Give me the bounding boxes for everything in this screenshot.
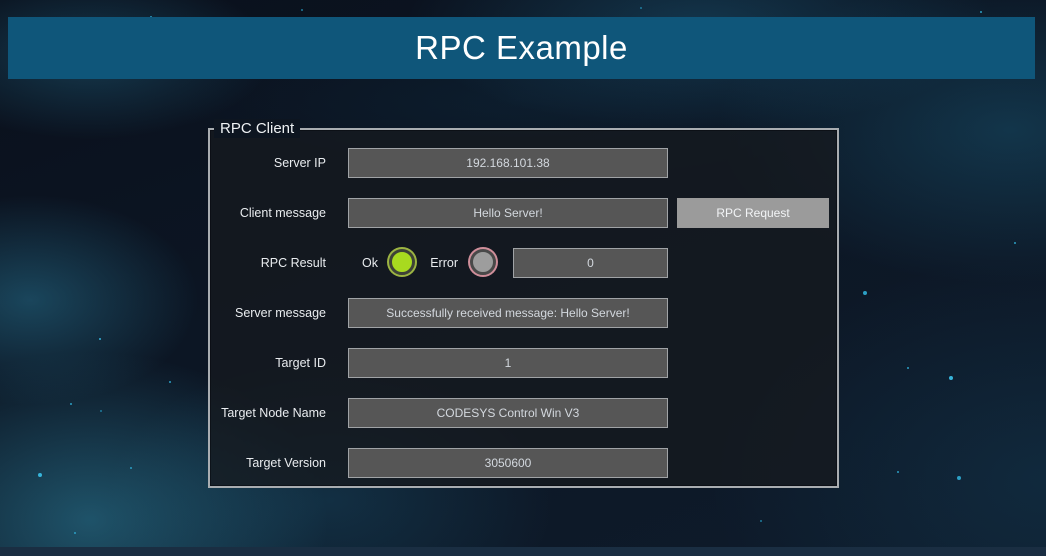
ok-led-indicator	[389, 249, 415, 275]
target-id-label: Target ID	[275, 356, 326, 370]
ok-label: Ok	[362, 256, 378, 270]
target-node-name-label: Target Node Name	[221, 406, 326, 420]
error-label: Error	[430, 256, 458, 270]
target-version-label: Target Version	[246, 456, 326, 470]
rpc-result-label: RPC Result	[260, 256, 326, 270]
bottom-strip	[0, 547, 1046, 556]
rpc-request-button[interactable]: RPC Request	[677, 198, 829, 228]
client-message-field[interactable]: Hello Server!	[348, 198, 668, 228]
target-node-name-field: CODESYS Control Win V3	[348, 398, 668, 428]
client-message-label: Client message	[239, 206, 326, 220]
target-id-field: 1	[348, 348, 668, 378]
server-message-label: Server message	[234, 306, 326, 320]
server-message-field: Successfully received message: Hello Ser…	[348, 298, 668, 328]
server-ip-label: Server IP	[273, 156, 326, 170]
header-bar: RPC Example	[8, 17, 1035, 79]
rpc-result-value-field: 0	[513, 248, 668, 278]
target-version-field: 3050600	[348, 448, 668, 478]
server-ip-field[interactable]: 192.168.101.38	[348, 148, 668, 178]
error-led-indicator	[470, 249, 496, 275]
panel-legend: RPC Client	[214, 119, 301, 138]
page-title: RPC Example	[415, 29, 628, 66]
